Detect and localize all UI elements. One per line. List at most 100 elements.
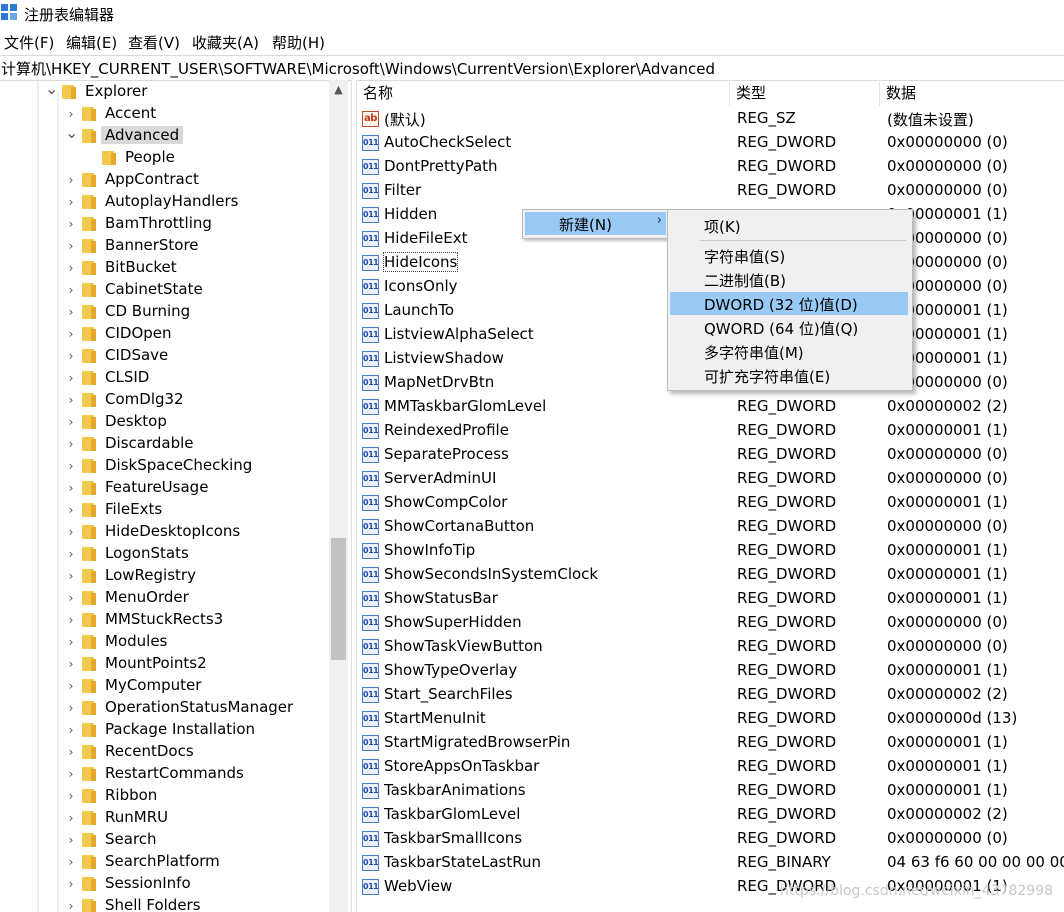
tree-item[interactable]: › Search [0, 829, 329, 851]
tree-item[interactable]: › LogonStats [0, 543, 329, 565]
chevron-right-icon[interactable]: › [65, 433, 77, 455]
chevron-right-icon[interactable]: › [65, 191, 77, 213]
tree-item[interactable]: › ComDlg32 [0, 389, 329, 411]
tree-item[interactable]: › OperationStatusManager [0, 697, 329, 719]
chevron-right-icon[interactable]: › [65, 279, 77, 301]
chevron-right-icon[interactable]: › [65, 697, 77, 719]
menu-edit[interactable]: 编辑(E) [66, 32, 117, 53]
tree-item[interactable]: › FileExts [0, 499, 329, 521]
chevron-right-icon[interactable]: › [65, 477, 77, 499]
chevron-right-icon[interactable]: › [65, 257, 77, 279]
tree-item[interactable]: ⌄ Explorer [0, 81, 329, 103]
submenu-item[interactable]: 多字符串值(M) [670, 340, 908, 363]
chevron-right-icon[interactable]: › [65, 323, 77, 345]
table-row[interactable]: 011 TaskbarSmallIcons REG_DWORD 0x00000000 … [357, 827, 1064, 851]
address-path[interactable]: 计算机\HKEY_CURRENT_USER\SOFTWARE\Microsoft… [1, 58, 715, 79]
table-row[interactable]: 011 SeparateProcess REG_DWORD 0x00000000 (0… [357, 443, 1064, 467]
tree-item[interactable]: People [0, 147, 329, 169]
table-row[interactable]: 011 ShowInfoTip REG_DWORD 0x00000001 (1) [357, 539, 1064, 563]
chevron-right-icon[interactable]: › [65, 213, 77, 235]
chevron-right-icon[interactable]: › [65, 895, 77, 912]
tree-item[interactable]: › MyComputer [0, 675, 329, 697]
tree-item[interactable]: › SessionInfo [0, 873, 329, 895]
table-row[interactable]: 011 ShowTaskViewButton REG_DWORD 0x00000000… [357, 635, 1064, 659]
submenu-item[interactable]: QWORD (64 位)值(Q) [670, 316, 908, 339]
table-row[interactable]: 011 ShowSecondsInSystemClock REG_DWORD 0x00… [357, 563, 1064, 587]
chevron-right-icon[interactable]: › [65, 631, 77, 653]
table-row[interactable]: 011 StoreAppsOnTaskbar REG_DWORD 0x00000001… [357, 755, 1064, 779]
tree-item[interactable]: › MenuOrder [0, 587, 329, 609]
table-row[interactable]: 011 StartMenuInit REG_DWORD 0x0000000d (13) [357, 707, 1064, 731]
tree-item[interactable]: › CabinetState [0, 279, 329, 301]
menu-help[interactable]: 帮助(H) [272, 32, 325, 53]
chevron-right-icon[interactable]: › [65, 587, 77, 609]
tree-item[interactable]: › Shell Folders [0, 895, 329, 912]
chevron-right-icon[interactable]: › [65, 345, 77, 367]
table-row[interactable]: 011 ReindexedProfile REG_DWORD 0x00000001 (… [357, 419, 1064, 443]
chevron-right-icon[interactable]: › [65, 169, 77, 191]
chevron-down-icon[interactable]: ⌄ [45, 81, 58, 103]
column-header-data[interactable]: 数据 [880, 80, 1064, 106]
tree-item[interactable]: › Desktop [0, 411, 329, 433]
chevron-down-icon[interactable]: ⌄ [65, 125, 78, 147]
table-row[interactable]: 011 ShowSuperHidden REG_DWORD 0x00000000 (0… [357, 611, 1064, 635]
tree-item[interactable]: › RestartCommands [0, 763, 329, 785]
chevron-right-icon[interactable]: › [65, 741, 77, 763]
table-row[interactable]: 011 Start_SearchFiles REG_DWORD 0x00000002 … [357, 683, 1064, 707]
chevron-right-icon[interactable]: › [65, 851, 77, 873]
tree-item[interactable]: › AutoplayHandlers [0, 191, 329, 213]
table-row[interactable]: 011 ShowTypeOverlay REG_DWORD 0x00000001 (1… [357, 659, 1064, 683]
chevron-right-icon[interactable]: › [65, 389, 77, 411]
submenu-item[interactable]: 可扩充字符串值(E) [670, 364, 908, 387]
submenu-item[interactable]: 二进制值(B) [670, 268, 908, 291]
table-row[interactable]: 011 Filter REG_DWORD 0x00000000 (0) [357, 179, 1064, 203]
chevron-right-icon[interactable]: › [65, 499, 77, 521]
tree-item[interactable]: › FeatureUsage [0, 477, 329, 499]
table-row[interactable]: ab (默认) REG_SZ (数值未设置) [357, 107, 1064, 131]
table-row[interactable]: 011 DontPrettyPath REG_DWORD 0x00000000 (0) [357, 155, 1064, 179]
chevron-right-icon[interactable]: › [65, 235, 77, 257]
chevron-right-icon[interactable]: › [65, 367, 77, 389]
table-row[interactable]: 011 TaskbarStateLastRun REG_BINARY 04 63 f6… [357, 851, 1064, 875]
table-row[interactable]: 011 TaskbarGlomLevel REG_DWORD 0x00000002 (… [357, 803, 1064, 827]
scrollbar-thumb[interactable] [331, 538, 346, 660]
submenu-item[interactable]: 项(K) [670, 214, 908, 237]
menu-view[interactable]: 查看(V) [128, 32, 180, 53]
chevron-right-icon[interactable]: › [65, 521, 77, 543]
tree-item[interactable]: ⌄ Advanced [0, 125, 329, 147]
tree-item[interactable]: › CLSID [0, 367, 329, 389]
tree-item[interactable]: › Package Installation [0, 719, 329, 741]
tree-item[interactable]: › AppContract [0, 169, 329, 191]
tree-item[interactable]: › CIDOpen [0, 323, 329, 345]
context-menu-new[interactable]: 新建(N) [559, 214, 612, 235]
tree-item[interactable]: › RunMRU [0, 807, 329, 829]
tree-item[interactable]: › DiskSpaceChecking [0, 455, 329, 477]
tree-item[interactable]: › BannerStore [0, 235, 329, 257]
tree-item[interactable]: › Modules [0, 631, 329, 653]
menu-favorites[interactable]: 收藏夹(A) [192, 32, 259, 53]
chevron-right-icon[interactable]: › [65, 807, 77, 829]
chevron-right-icon[interactable]: › [65, 565, 77, 587]
tree-item[interactable]: › BitBucket [0, 257, 329, 279]
table-row[interactable]: 011 AutoCheckSelect REG_DWORD 0x00000000 (0… [357, 131, 1064, 155]
tree-item[interactable]: › Accent [0, 103, 329, 125]
submenu-item[interactable]: DWORD (32 位)值(D) [670, 292, 908, 315]
tree-item[interactable]: › MountPoints2 [0, 653, 329, 675]
chevron-right-icon[interactable]: › [65, 675, 77, 697]
chevron-right-icon[interactable]: › [65, 543, 77, 565]
chevron-right-icon[interactable]: › [65, 301, 77, 323]
chevron-right-icon[interactable]: › [65, 785, 77, 807]
tree-item[interactable]: › Ribbon [0, 785, 329, 807]
tree-item[interactable]: › CD Burning [0, 301, 329, 323]
scroll-up-arrow-icon[interactable]: ▲ [329, 80, 348, 100]
chevron-right-icon[interactable]: › [65, 829, 77, 851]
chevron-right-icon[interactable]: › [65, 455, 77, 477]
chevron-right-icon[interactable]: › [65, 609, 77, 631]
chevron-right-icon[interactable]: › [65, 719, 77, 741]
tree-scrollbar[interactable]: ▲ [329, 80, 348, 912]
tree-item[interactable]: › HideDesktopIcons [0, 521, 329, 543]
menu-file[interactable]: 文件(F) [4, 32, 54, 53]
table-row[interactable]: 011 ServerAdminUI REG_DWORD 0x00000000 (0) [357, 467, 1064, 491]
tree-item[interactable]: › CIDSave [0, 345, 329, 367]
column-header-name[interactable]: 名称 [357, 80, 730, 106]
